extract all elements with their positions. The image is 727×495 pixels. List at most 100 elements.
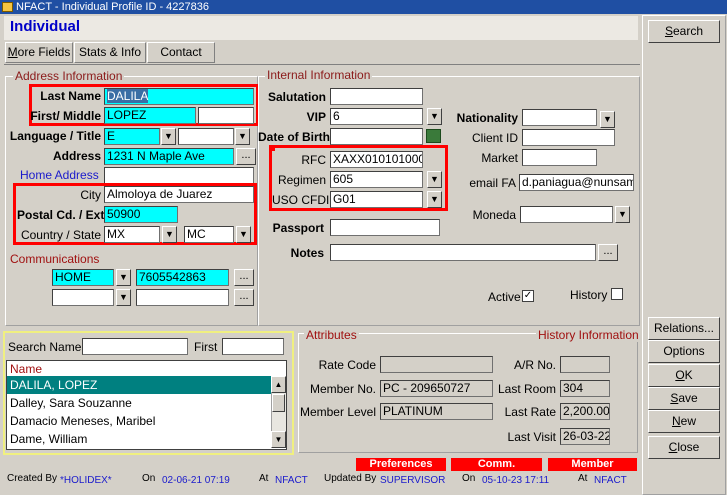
address-more-button[interactable]: ... bbox=[236, 148, 256, 165]
uso-cfdi-field[interactable]: G01 bbox=[330, 191, 423, 208]
moneda-field[interactable] bbox=[520, 206, 613, 223]
first-middle-label: First/ Middle bbox=[30, 109, 101, 123]
new-button[interactable]: New bbox=[648, 410, 720, 433]
nationality-label: Nationality bbox=[456, 111, 518, 125]
list-item[interactable]: Damacio Meneses, Maribel bbox=[7, 412, 271, 430]
comm-type-2-field[interactable] bbox=[52, 289, 114, 306]
vip-field[interactable]: 6 bbox=[330, 108, 423, 125]
email-label: email FA bbox=[469, 176, 516, 190]
save-button[interactable]: Save bbox=[648, 387, 720, 410]
last-name-field[interactable]: DALILA bbox=[104, 88, 254, 105]
search-first-input[interactable] bbox=[222, 338, 284, 355]
state-dropdown-button[interactable]: ▼ bbox=[236, 226, 251, 243]
address-field[interactable]: 1231 N Maple Ave bbox=[104, 148, 234, 165]
city-field[interactable]: Almoloya de Juarez bbox=[104, 186, 254, 203]
tab-contact[interactable]: Contact bbox=[147, 42, 215, 63]
list-item[interactable]: Dame, William bbox=[7, 430, 271, 448]
list-item[interactable]: Dalley, Sara Souzanne bbox=[7, 394, 271, 412]
created-on-value: 02-06-21 07:19 bbox=[162, 475, 230, 486]
passport-field[interactable] bbox=[330, 219, 440, 236]
rate-code-label: Rate Code bbox=[318, 358, 376, 372]
history-checkbox[interactable] bbox=[611, 288, 623, 300]
created-on-label: On bbox=[142, 473, 156, 484]
comm-flag[interactable]: Comm. bbox=[451, 458, 542, 471]
title-dropdown-button[interactable]: ▼ bbox=[235, 128, 250, 145]
search-name-label: Search Name bbox=[8, 340, 82, 354]
internal-section-title: Internal Information bbox=[265, 68, 373, 82]
market-field[interactable] bbox=[522, 149, 597, 166]
regimen-label: Regimen bbox=[277, 173, 326, 187]
window-titlebar: NFACT - Individual Profile ID - 4227836 bbox=[0, 0, 727, 14]
search-first-label: First bbox=[194, 340, 218, 354]
home-address-label[interactable]: Home Address bbox=[20, 168, 99, 182]
language-dropdown-button[interactable]: ▼ bbox=[161, 128, 176, 145]
scroll-thumb[interactable] bbox=[272, 394, 285, 412]
comm-type-1-field[interactable]: HOME bbox=[52, 269, 114, 286]
language-field[interactable]: E bbox=[104, 128, 160, 145]
options-button[interactable]: Options bbox=[648, 340, 720, 363]
communications-label: Communications bbox=[10, 252, 100, 266]
calendar-icon[interactable] bbox=[426, 129, 441, 143]
last-room-label: Last Room bbox=[497, 382, 556, 396]
updated-on-label: On bbox=[462, 473, 476, 484]
name-column-header[interactable]: Name bbox=[10, 362, 42, 376]
scroll-up-arrow-icon[interactable]: ▲ bbox=[271, 376, 286, 393]
client-id-label: Client ID bbox=[471, 131, 518, 145]
notes-more-button[interactable]: ... bbox=[598, 244, 618, 261]
tab-stats-info[interactable]: Stats & Info bbox=[74, 42, 146, 63]
country-field[interactable]: MX bbox=[104, 226, 160, 243]
comm-type-2-dropdown[interactable]: ▼ bbox=[116, 289, 131, 306]
created-by-label: Created By bbox=[7, 473, 58, 484]
search-button[interactable]: Search bbox=[648, 20, 720, 43]
nationality-field[interactable] bbox=[522, 109, 597, 126]
title-field[interactable] bbox=[178, 128, 234, 145]
address-section-title: Address Information bbox=[13, 69, 125, 83]
search-name-input[interactable] bbox=[82, 338, 188, 355]
email-field[interactable]: d.paniagua@nunsam bbox=[519, 174, 634, 191]
client-id-field[interactable] bbox=[522, 129, 615, 146]
postal-code-field[interactable]: 50900 bbox=[104, 206, 178, 223]
created-by-value: *HOLIDEX* bbox=[60, 475, 112, 486]
list-item[interactable]: DALILA, LOPEZ bbox=[7, 376, 271, 394]
dob-label: Date of Birth bbox=[258, 130, 330, 144]
vip-label: VIP bbox=[306, 110, 326, 124]
member-level-label: Member Level bbox=[299, 405, 376, 419]
relations-button[interactable]: Relations... bbox=[648, 317, 720, 340]
home-address-field[interactable] bbox=[104, 167, 254, 184]
member-flag[interactable]: Member bbox=[548, 458, 637, 471]
postal-label: Postal Cd. / Ext. bbox=[17, 208, 108, 222]
comm-type-1-dropdown[interactable]: ▼ bbox=[116, 269, 131, 286]
uso-cfdi-dropdown-button[interactable]: ▼ bbox=[427, 191, 442, 208]
ok-button[interactable]: OK bbox=[648, 364, 720, 387]
attributes-title: Attributes bbox=[304, 328, 359, 342]
comm-value-2-more-button[interactable]: ... bbox=[234, 289, 254, 306]
state-field[interactable]: MC bbox=[184, 226, 234, 243]
middle-name-field[interactable] bbox=[198, 107, 254, 124]
first-name-field[interactable]: LOPEZ bbox=[104, 107, 196, 124]
scroll-down-arrow-icon[interactable]: ▼ bbox=[271, 431, 286, 448]
last-name-label: Last Name bbox=[40, 89, 101, 103]
history-info-title: History Information bbox=[536, 328, 641, 342]
comm-value-1-more-button[interactable]: ... bbox=[234, 269, 254, 286]
comm-value-1-field[interactable]: 7605542863 bbox=[136, 269, 229, 286]
app-icon bbox=[2, 2, 13, 12]
regimen-dropdown-button[interactable]: ▼ bbox=[427, 171, 442, 188]
active-checkbox[interactable]: ✓ bbox=[522, 290, 534, 302]
preferences-flag[interactable]: Preferences bbox=[356, 458, 446, 471]
salutation-field[interactable] bbox=[330, 88, 423, 105]
moneda-label: Moneda bbox=[472, 208, 516, 222]
notes-field[interactable] bbox=[330, 244, 596, 261]
rfc-field[interactable]: XAXX010101000 bbox=[330, 151, 423, 168]
header-divider bbox=[4, 64, 640, 65]
country-dropdown-button[interactable]: ▼ bbox=[162, 226, 177, 243]
dob-field[interactable] bbox=[330, 128, 423, 145]
salutation-label: Salutation bbox=[267, 90, 326, 104]
tab-more-fields[interactable]: More Fields bbox=[5, 42, 73, 63]
close-button[interactable]: Close bbox=[648, 436, 720, 459]
regimen-field[interactable]: 605 bbox=[330, 171, 423, 188]
comm-value-2-field[interactable] bbox=[136, 289, 229, 306]
last-visit-field: 26-03-22 bbox=[560, 428, 610, 445]
nationality-dropdown-button[interactable]: ▼ bbox=[600, 111, 615, 128]
city-label: City bbox=[80, 188, 101, 202]
moneda-dropdown-button[interactable]: ▼ bbox=[615, 206, 630, 223]
